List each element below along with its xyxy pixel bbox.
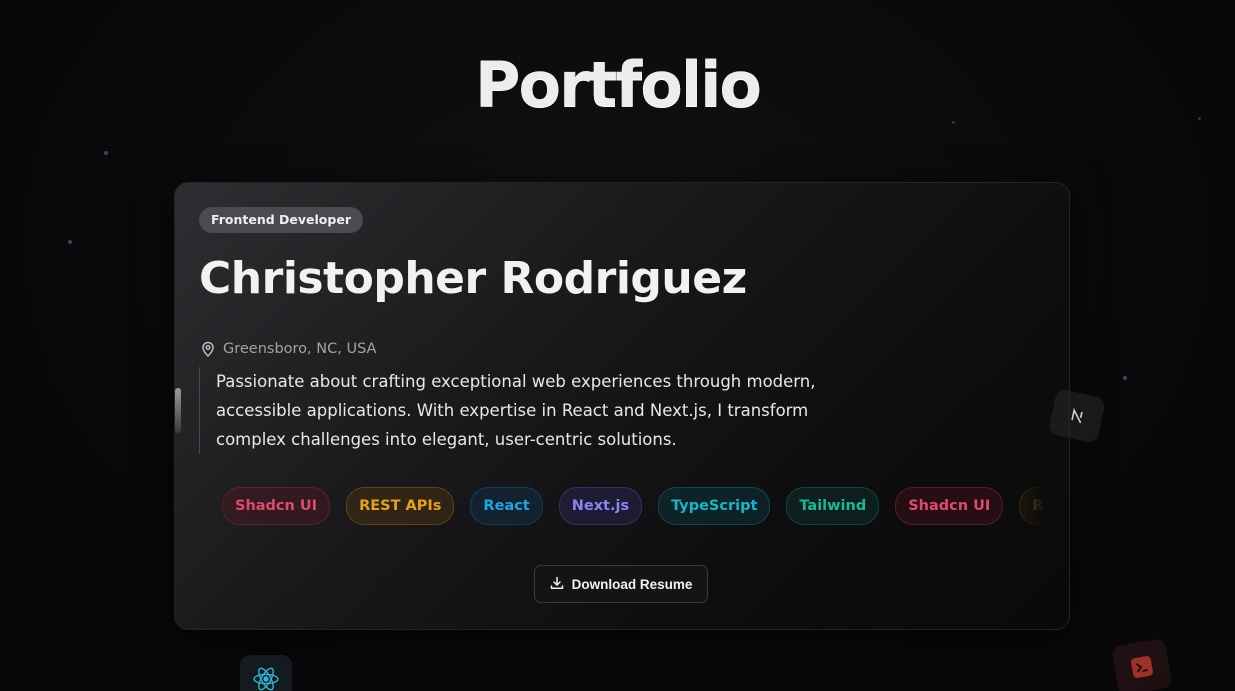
profile-name: Christopher Rodriguez bbox=[199, 253, 747, 304]
tech-tag: Shadcn UI bbox=[895, 487, 1004, 525]
location-text: Greensboro, NC, USA bbox=[223, 341, 377, 357]
tech-tag: React bbox=[470, 487, 543, 525]
download-resume-label: Download Resume bbox=[571, 576, 693, 592]
background-star bbox=[952, 121, 955, 124]
tech-tags-marquee: Shadcn UI REST APIs React Next.js TypeSc… bbox=[199, 487, 1045, 527]
nextjs-icon bbox=[1047, 388, 1107, 444]
tech-tag: REST APIs bbox=[1019, 487, 1045, 525]
map-pin-icon bbox=[201, 341, 215, 357]
location-row: Greensboro, NC, USA bbox=[201, 341, 376, 357]
tech-tags-list: Shadcn UI REST APIs React Next.js TypeSc… bbox=[222, 487, 1045, 525]
tech-tag: Shadcn UI bbox=[222, 487, 331, 525]
tech-tag: Next.js bbox=[558, 487, 643, 525]
redux-icon bbox=[1111, 637, 1173, 691]
background-star bbox=[1123, 376, 1127, 380]
tech-tag: REST APIs bbox=[346, 487, 455, 525]
background-star bbox=[68, 240, 72, 244]
download-icon bbox=[550, 576, 564, 593]
background-star bbox=[104, 151, 108, 155]
profile-bio: Passionate about crafting exceptional we… bbox=[199, 367, 876, 454]
react-icon bbox=[240, 655, 292, 691]
download-resume-button[interactable]: Download Resume bbox=[534, 565, 708, 603]
role-badge: Frontend Developer bbox=[199, 207, 363, 233]
portfolio-page: Portfolio Frontend Developer Christopher… bbox=[0, 0, 1235, 691]
profile-card: Frontend Developer Christopher Rodriguez… bbox=[174, 182, 1070, 630]
tech-tag: TypeScript bbox=[658, 487, 771, 525]
page-title: Portfolio bbox=[475, 48, 762, 121]
tech-tag: Tailwind bbox=[786, 487, 880, 525]
card-edge-highlight bbox=[175, 388, 181, 433]
